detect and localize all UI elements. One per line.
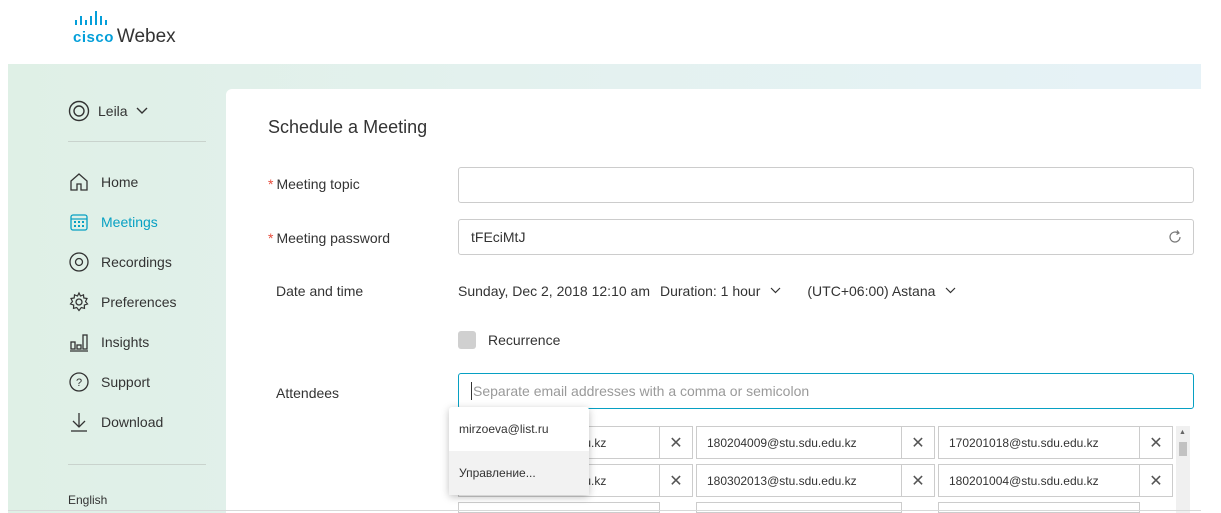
bottom-divider bbox=[8, 510, 1201, 511]
sidebar-item-label: Insights bbox=[101, 334, 150, 350]
required-mark: * bbox=[268, 230, 274, 246]
record-icon bbox=[69, 252, 89, 272]
remove-attendee-button[interactable]: ✕ bbox=[659, 426, 693, 459]
sidebar-item-label: Preferences bbox=[101, 294, 177, 310]
sidebar-item-label: Download bbox=[101, 414, 164, 430]
date-time-label: Date and time bbox=[276, 283, 364, 299]
chevron-down-icon[interactable] bbox=[945, 285, 956, 297]
top-bar: cisco Webex bbox=[0, 0, 1221, 64]
timezone-select[interactable]: (UTC+06:00) Astana bbox=[807, 283, 935, 299]
attendees-scrollbar[interactable]: ▲ bbox=[1176, 426, 1190, 513]
sidebar: Leila Home Meetings Recordings Preferenc… bbox=[8, 64, 226, 513]
recurrence-checkbox[interactable] bbox=[458, 331, 476, 349]
page-title: Schedule a Meeting bbox=[268, 117, 428, 137]
date-time-row: Sunday, Dec 2, 2018 12:10 am Duration: 1… bbox=[458, 283, 976, 299]
required-mark: * bbox=[268, 176, 274, 192]
cisco-bars-icon bbox=[75, 11, 176, 25]
autocomplete-item[interactable]: mirzoeva@list.ru bbox=[449, 407, 589, 451]
app-shell: Leila Home Meetings Recordings Preferenc… bbox=[8, 64, 1201, 513]
sidebar-item-meetings[interactable]: Meetings bbox=[68, 211, 158, 233]
remove-attendee-button[interactable]: ✕ bbox=[901, 426, 935, 459]
attendee-chip bbox=[458, 502, 660, 513]
sidebar-item-support[interactable]: ? Support bbox=[68, 371, 150, 393]
refresh-icon[interactable] bbox=[1167, 229, 1183, 245]
attendee-chip: 180204009@stu.sdu.edu.kz bbox=[696, 426, 902, 459]
schedule-meeting-panel: Schedule a Meeting * Meeting topic * Meeti… bbox=[226, 89, 1201, 513]
autocomplete-item[interactable]: Управление... bbox=[449, 451, 589, 495]
meeting-password-value: tFEciMtJ bbox=[471, 229, 526, 245]
recurrence-row: Recurrence bbox=[458, 331, 560, 349]
attendees-placeholder: Separate email addresses with a comma or… bbox=[473, 383, 810, 399]
meeting-password-input[interactable]: tFEciMtJ bbox=[458, 219, 1194, 255]
text-caret bbox=[471, 382, 472, 400]
cisco-webex-logo[interactable]: cisco Webex bbox=[73, 11, 176, 48]
user-menu[interactable]: Leila bbox=[68, 100, 148, 122]
attendee-chip bbox=[696, 502, 902, 513]
scrollbar-thumb[interactable] bbox=[1179, 442, 1187, 456]
question-icon: ? bbox=[69, 372, 89, 392]
remove-attendee-button[interactable]: ✕ bbox=[659, 464, 693, 497]
attendee-chip: 170201018@stu.sdu.edu.kz bbox=[938, 426, 1140, 459]
home-icon bbox=[70, 173, 88, 191]
remove-attendee-button[interactable]: ✕ bbox=[1139, 464, 1173, 497]
autocomplete-dropdown: mirzoeva@list.ru Управление... bbox=[449, 407, 589, 495]
duration-select[interactable]: Duration: 1 hour bbox=[660, 283, 760, 299]
logo-webex-text: Webex bbox=[116, 26, 176, 47]
user-name: Leila bbox=[98, 103, 128, 119]
attendee-chip bbox=[938, 502, 1140, 513]
sidebar-item-download[interactable]: Download bbox=[68, 411, 163, 433]
remove-attendee-button[interactable]: ✕ bbox=[1139, 426, 1173, 459]
attendee-chip: 180201004@stu.sdu.edu.kz bbox=[938, 464, 1140, 497]
sidebar-item-home[interactable]: Home bbox=[68, 171, 138, 193]
download-icon bbox=[71, 413, 87, 432]
avatar-icon bbox=[68, 100, 90, 122]
date-picker[interactable]: Sunday, Dec 2, 2018 12:10 am bbox=[458, 283, 650, 299]
sidebar-divider bbox=[68, 141, 206, 142]
sidebar-item-preferences[interactable]: Preferences bbox=[68, 291, 176, 313]
meeting-password-label-text: Meeting password bbox=[276, 230, 391, 246]
attendees-input[interactable]: Separate email addresses with a comma or… bbox=[458, 373, 1194, 409]
meeting-topic-input[interactable] bbox=[458, 167, 1194, 203]
chevron-down-icon[interactable] bbox=[770, 285, 781, 297]
meeting-password-label: * Meeting password bbox=[268, 230, 390, 246]
sidebar-item-label: Recordings bbox=[101, 254, 172, 270]
meeting-topic-label: * Meeting topic bbox=[268, 176, 360, 192]
bar-chart-icon bbox=[70, 334, 88, 352]
attendees-label: Attendees bbox=[276, 385, 340, 401]
logo-cisco-text: cisco bbox=[73, 29, 114, 46]
sidebar-item-label: Meetings bbox=[101, 214, 158, 230]
scroll-up-icon[interactable]: ▲ bbox=[1179, 429, 1186, 436]
remove-attendee-button[interactable]: ✕ bbox=[901, 464, 935, 497]
recurrence-label: Recurrence bbox=[488, 332, 561, 348]
meeting-topic-label-text: Meeting topic bbox=[276, 176, 360, 192]
language-selector[interactable]: English bbox=[68, 493, 107, 507]
calendar-icon bbox=[70, 214, 88, 231]
sidebar-item-insights[interactable]: Insights bbox=[68, 331, 149, 353]
gear-icon bbox=[69, 291, 89, 312]
sidebar-divider bbox=[68, 464, 206, 465]
chevron-down-icon bbox=[136, 107, 148, 114]
sidebar-item-label: Support bbox=[101, 374, 151, 390]
sidebar-item-recordings[interactable]: Recordings bbox=[68, 251, 172, 273]
attendee-chip: 180302013@stu.sdu.edu.kz bbox=[696, 464, 902, 497]
svg-text:?: ? bbox=[76, 377, 82, 389]
sidebar-item-label: Home bbox=[101, 174, 139, 190]
